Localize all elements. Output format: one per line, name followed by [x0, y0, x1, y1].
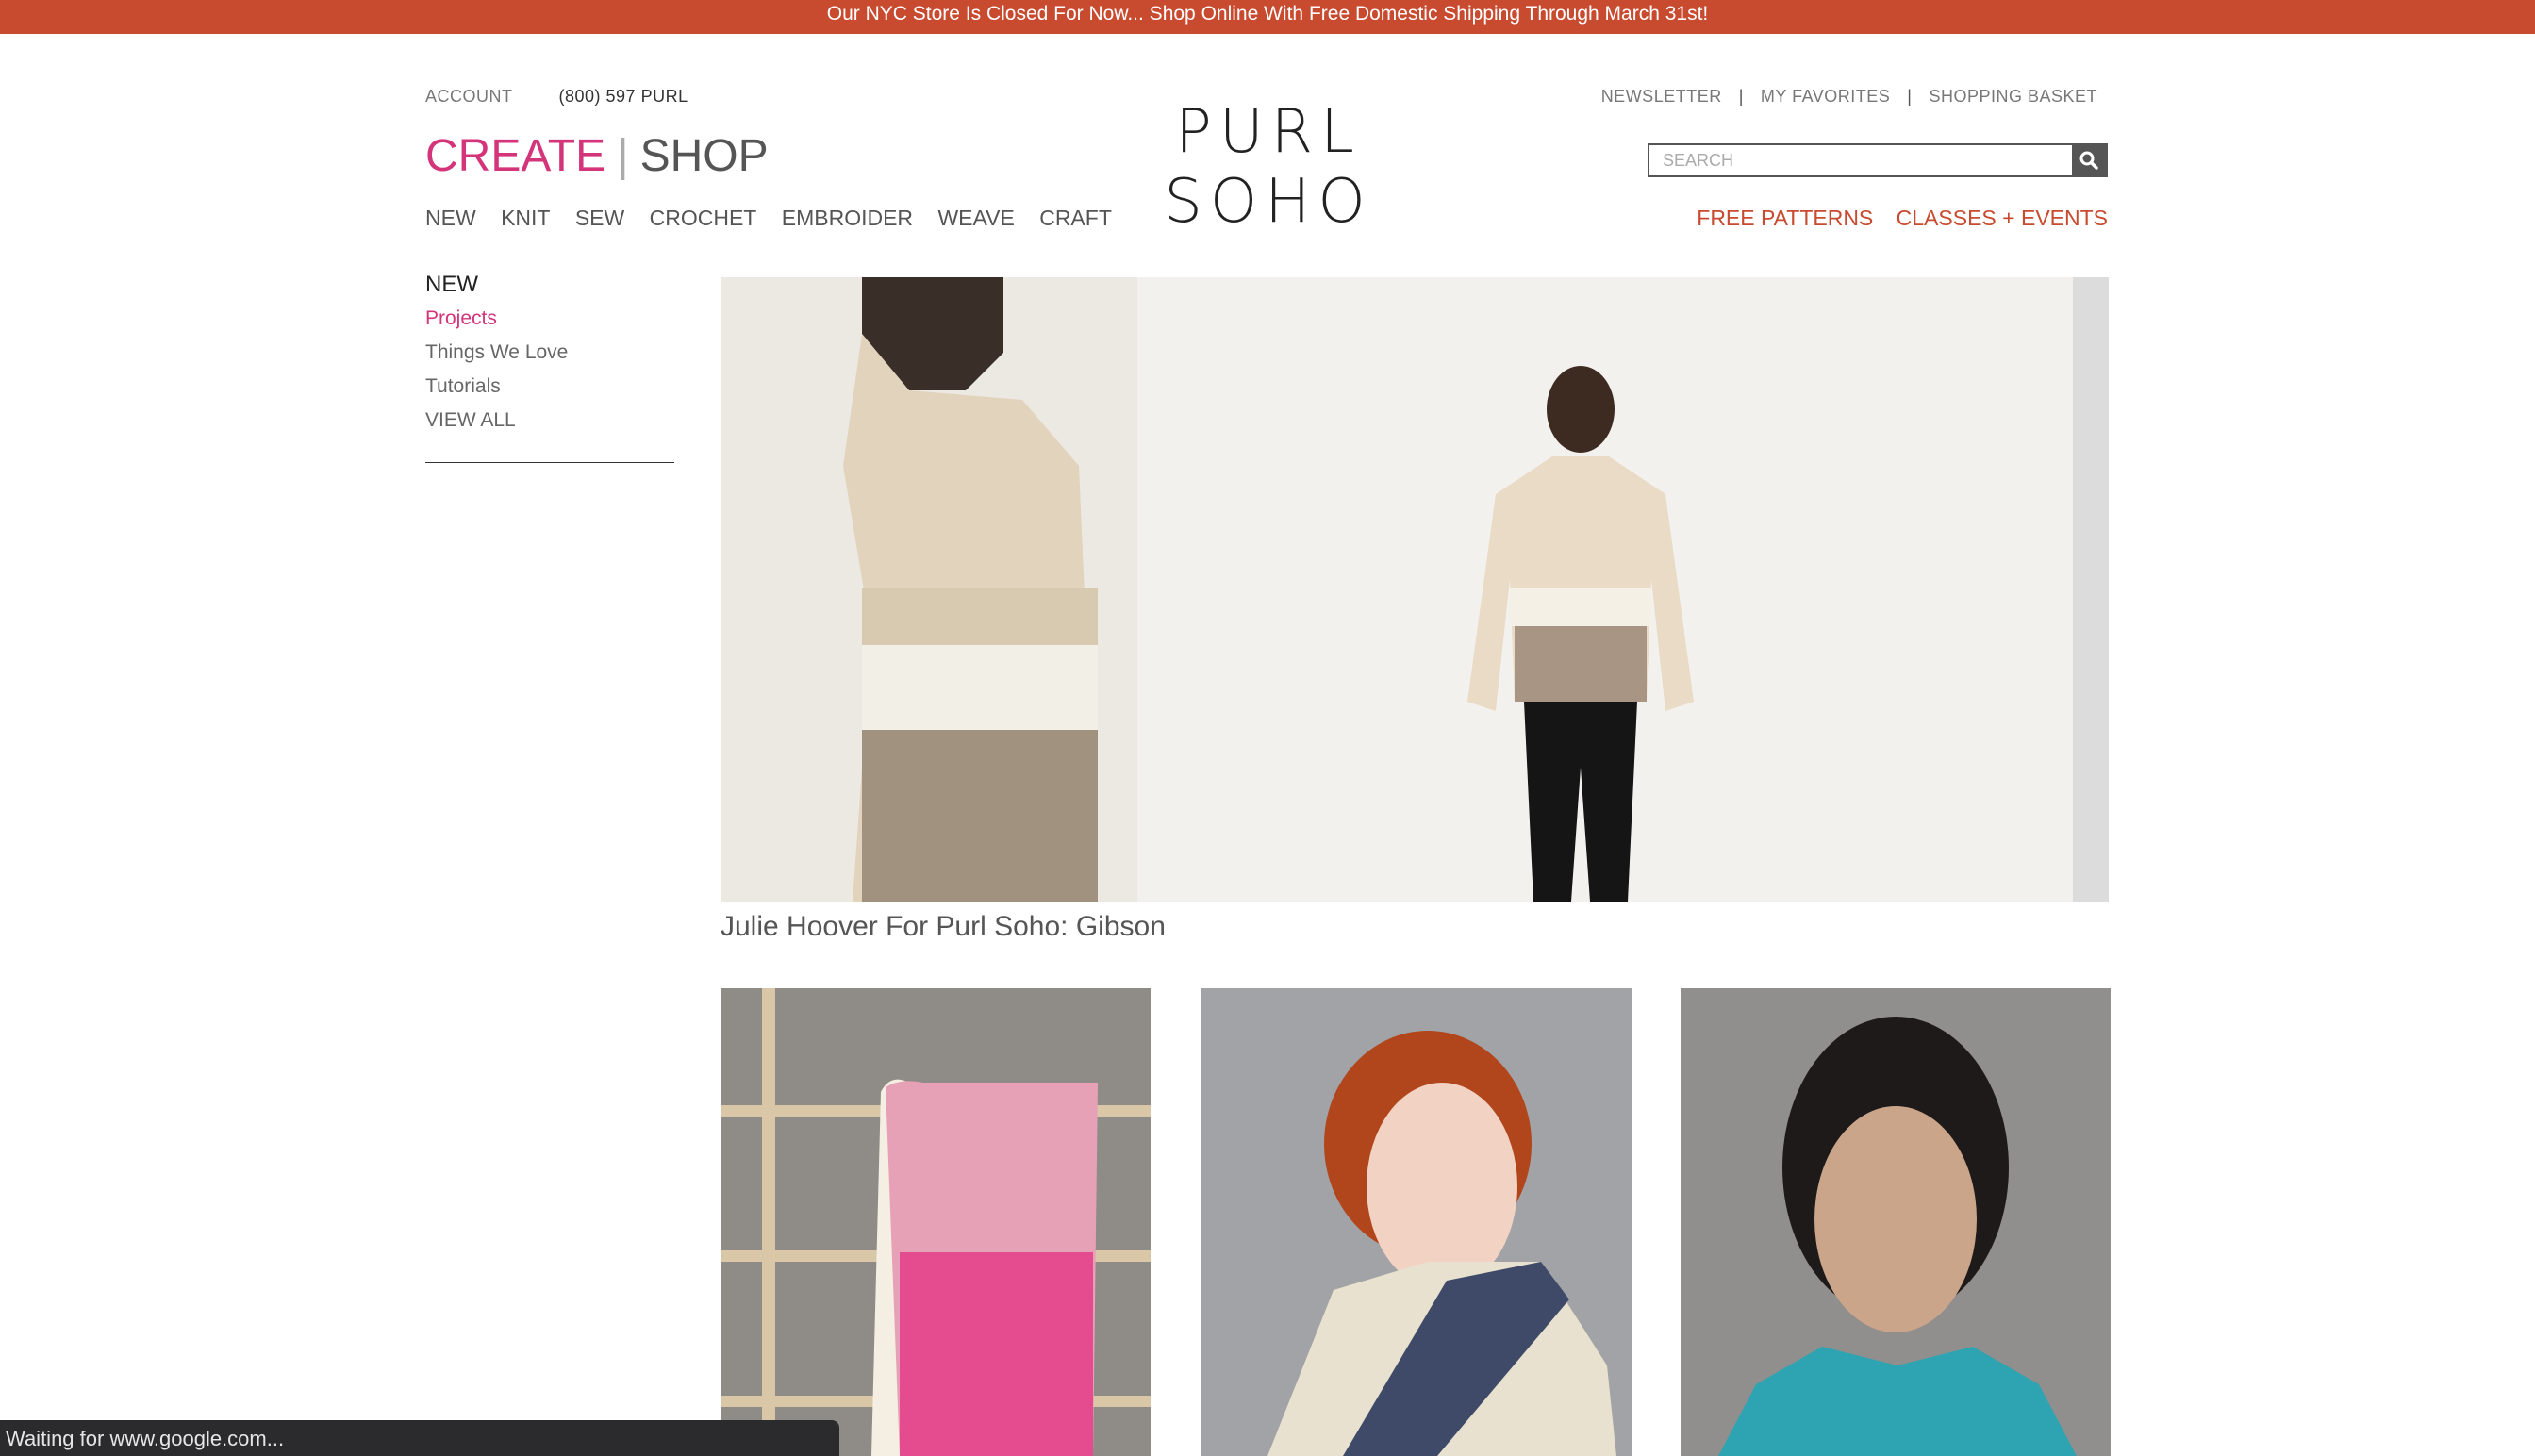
search-input[interactable]	[1649, 145, 2072, 175]
sidebar-item-things-we-love[interactable]: Things We Love	[425, 341, 674, 364]
promo-links: FREE PATTERNS CLASSES + EVENTS	[1680, 206, 2108, 231]
search-box	[1648, 143, 2108, 177]
nav-embroider[interactable]: EMBROIDER	[782, 206, 913, 230]
nav-new[interactable]: NEW	[425, 206, 476, 230]
tab-separator: |	[617, 131, 629, 181]
product-card-sweater[interactable]	[1201, 988, 1632, 1456]
main-navigation: NEW KNIT SEW CROCHET EMBROIDER WEAVE CRA…	[425, 206, 1131, 231]
newsletter-link[interactable]: NEWSLETTER	[1601, 87, 1722, 106]
hero-image[interactable]	[721, 277, 2109, 902]
nav-craft[interactable]: CRAFT	[1039, 206, 1112, 230]
search-button[interactable]	[2072, 145, 2106, 175]
sidebar-item-projects[interactable]: Projects	[425, 307, 674, 330]
account-link[interactable]: ACCOUNT	[425, 87, 513, 107]
classes-events-link[interactable]: CLASSES + EVENTS	[1897, 206, 2108, 230]
sidebar-divider	[425, 462, 674, 463]
search-icon	[2079, 151, 2098, 170]
hero-caption[interactable]: Julie Hoover For Purl Soho: Gibson	[721, 911, 1166, 943]
divider: |	[1738, 87, 1744, 106]
utility-links-left: ACCOUNT (800) 597 PURL	[425, 87, 730, 107]
free-patterns-link[interactable]: FREE PATTERNS	[1697, 206, 1873, 230]
favorites-link[interactable]: MY FAVORITES	[1761, 87, 1890, 106]
phone-number: (800) 597 PURL	[558, 87, 688, 106]
sidebar-heading: NEW	[425, 272, 478, 297]
nav-knit[interactable]: KNIT	[501, 206, 550, 230]
site-tabs: CREATE | SHOP	[425, 130, 769, 182]
shopping-basket-link[interactable]: SHOPPING BASKET	[1929, 87, 2097, 106]
nav-crochet[interactable]: CROCHET	[650, 206, 757, 230]
product-card-shawl[interactable]	[1681, 988, 2111, 1456]
hero-image-edge	[2073, 277, 2109, 902]
tab-create[interactable]: CREATE	[425, 131, 605, 181]
hero-image-detail-panel	[721, 277, 1137, 902]
sidebar: NEW Projects Things We Love Tutorials VI…	[425, 272, 674, 463]
utility-links-right: NEWSLETTER | MY FAVORITES | SHOPPING BASKET	[1592, 87, 2107, 107]
nav-sew[interactable]: SEW	[575, 206, 624, 230]
browser-status-bar: Waiting for www.google.com...	[0, 1420, 839, 1456]
nav-weave[interactable]: WEAVE	[937, 206, 1014, 230]
sidebar-item-view-all[interactable]: VIEW ALL	[425, 409, 674, 432]
announcement-bar[interactable]: Our NYC Store Is Closed For Now... Shop …	[0, 0, 2535, 34]
tab-shop[interactable]: SHOP	[640, 131, 769, 181]
product-card-blanket[interactable]	[721, 988, 1151, 1456]
sidebar-item-tutorials[interactable]: Tutorials	[425, 375, 674, 398]
divider: |	[1907, 87, 1913, 106]
hero-image-model-panel	[1137, 277, 2109, 902]
